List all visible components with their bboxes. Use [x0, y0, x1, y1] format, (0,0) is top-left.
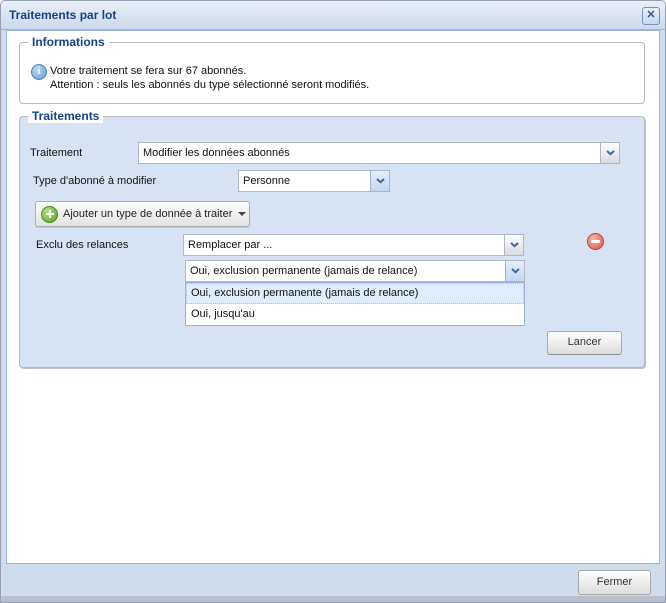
- exclu-value-combobox-value: Oui, exclusion permanente (jamais de rel…: [186, 261, 505, 281]
- add-data-type-button-label: Ajouter un type de donnée à traiter: [63, 208, 232, 220]
- informations-legend: Informations: [28, 35, 109, 49]
- dialog-title: Traitements par lot: [9, 8, 116, 22]
- exclu-value-combobox[interactable]: Oui, exclusion permanente (jamais de rel…: [185, 260, 525, 282]
- exclu-relances-label: Exclu des relances: [36, 234, 128, 256]
- info-message-line1: Votre traitement se fera sur 67 abonnés.: [50, 65, 246, 77]
- info-message-line2: Attention : seuls les abonnés du type sé…: [50, 79, 369, 91]
- plus-icon: [41, 206, 58, 223]
- fermer-button[interactable]: Fermer: [578, 570, 651, 595]
- traitement-label: Traitement: [30, 142, 82, 164]
- chevron-down-icon[interactable]: [504, 235, 523, 255]
- traitement-combobox[interactable]: Modifier les données abonnés: [138, 142, 620, 164]
- list-item[interactable]: Oui, jusqu'au: [186, 304, 524, 325]
- lancer-button[interactable]: Lancer: [547, 331, 622, 355]
- chevron-down-icon[interactable]: [505, 261, 524, 281]
- informations-fieldset: Informations i Votre traitement se fera …: [19, 42, 645, 104]
- dialog-titlebar[interactable]: Traitements par lot ✕: [1, 1, 665, 30]
- batch-dialog-window: Traitements par lot ✕ Informations i Vot…: [0, 0, 666, 603]
- exclu-action-combobox[interactable]: Remplacer par ...: [183, 234, 524, 256]
- close-icon[interactable]: ✕: [642, 7, 660, 25]
- dialog-bottom-edge: [1, 596, 665, 602]
- caret-down-icon: [238, 212, 246, 216]
- traitement-combobox-value: Modifier les données abonnés: [139, 143, 600, 163]
- chevron-down-icon[interactable]: [600, 143, 619, 163]
- chevron-down-icon[interactable]: [370, 171, 389, 191]
- remove-row-icon[interactable]: [587, 233, 604, 250]
- add-data-type-button[interactable]: Ajouter un type de donnée à traiter: [35, 201, 250, 227]
- info-icon: i: [31, 64, 47, 80]
- traitements-legend: Traitements: [28, 109, 103, 123]
- exclu-value-dropdown-list: Oui, exclusion permanente (jamais de rel…: [185, 282, 525, 326]
- dialog-body-panel: Informations i Votre traitement se fera …: [6, 30, 660, 564]
- type-abonne-combobox[interactable]: Personne: [238, 170, 390, 192]
- type-abonne-label: Type d'abonné à modifier: [33, 170, 156, 192]
- exclu-action-combobox-value: Remplacer par ...: [184, 235, 504, 255]
- type-abonne-combobox-value: Personne: [239, 171, 370, 191]
- traitements-fieldset: Traitements Traitement Modifier les donn…: [19, 116, 645, 368]
- list-item[interactable]: Oui, exclusion permanente (jamais de rel…: [186, 283, 524, 304]
